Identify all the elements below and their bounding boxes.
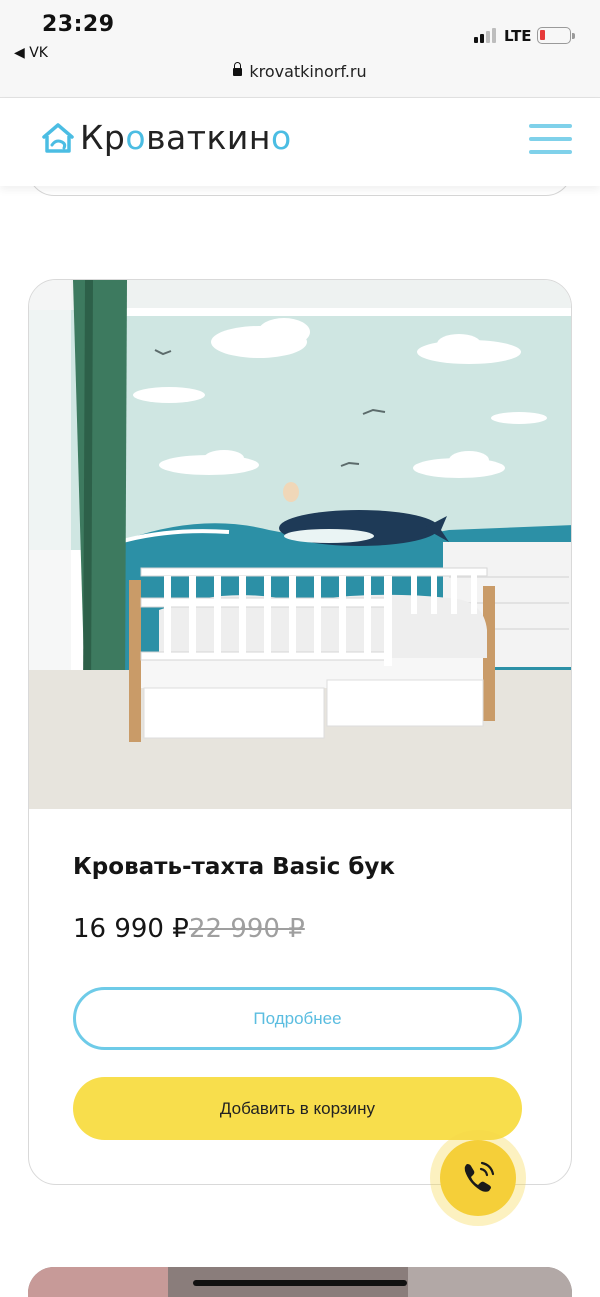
product-title[interactable]: Кровать-тахта Basic бук <box>73 854 395 880</box>
site-logo[interactable]: Кроваткино <box>40 118 292 157</box>
site-header: Кроваткино <box>0 98 600 186</box>
battery-icon <box>537 27 575 44</box>
home-indicator <box>193 1280 407 1286</box>
address-bar[interactable]: krovatkinorf.ru <box>0 62 600 81</box>
url-text: krovatkinorf.ru <box>249 62 367 81</box>
logo-text: Кроваткино <box>80 118 292 157</box>
add-to-cart-button[interactable]: Добавить в корзину <box>73 1077 522 1140</box>
browser-status-bar: 23:29 ◀ VK LTE krovatkinorf.ru <box>0 0 600 98</box>
back-to-app-link[interactable]: ◀ VK <box>14 45 48 61</box>
call-button[interactable] <box>430 1130 526 1226</box>
network-type: LTE <box>504 27 532 45</box>
product-old-price: 22 990 ₽ <box>189 914 305 944</box>
details-button[interactable]: Подробнее <box>73 987 522 1050</box>
hamburger-icon[interactable] <box>529 124 572 154</box>
product-card: Кровать-тахта Basic бук 16 990 ₽ 22 990 … <box>28 279 572 1185</box>
logo-house-icon <box>42 122 74 153</box>
phone-icon <box>464 1161 495 1192</box>
bed-photo-illustration <box>29 280 571 809</box>
lock-icon <box>233 62 243 76</box>
product-price: 16 990 ₽ <box>73 914 189 944</box>
product-photo[interactable] <box>29 280 571 809</box>
clock: 23:29 <box>42 12 115 37</box>
signal-icon <box>474 28 496 43</box>
